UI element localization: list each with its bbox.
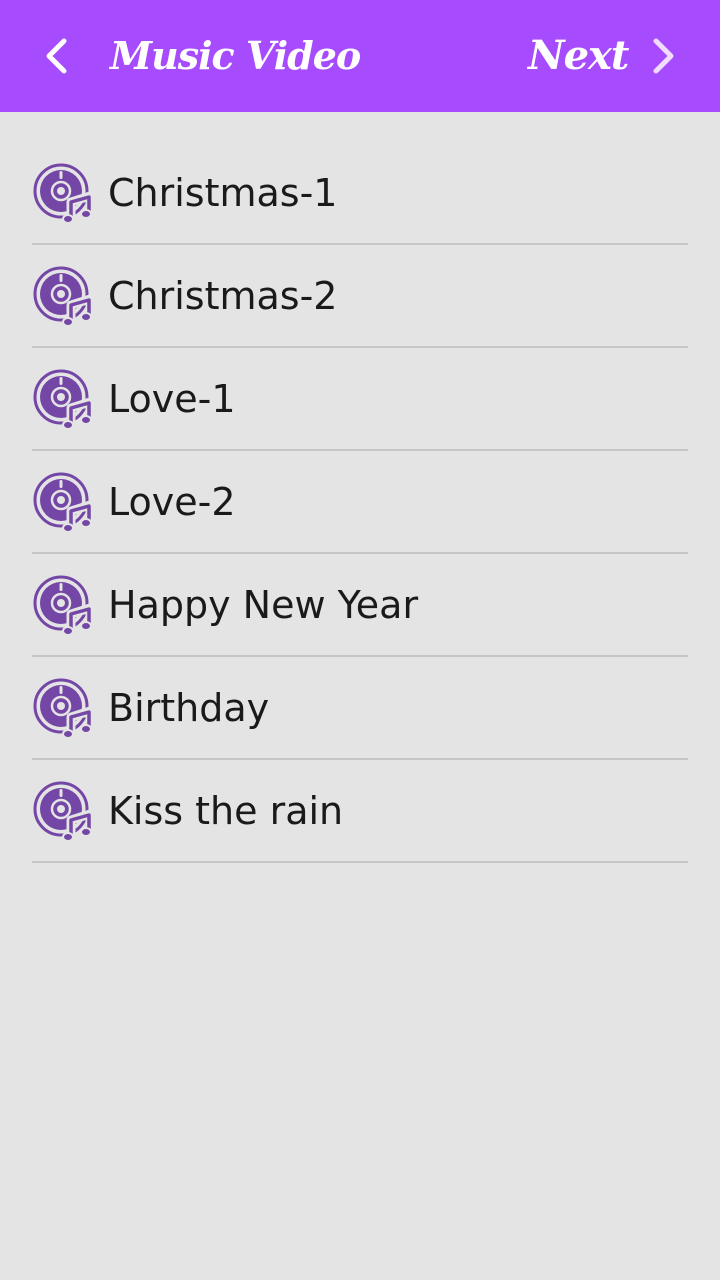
list-item[interactable]: Love-2 <box>32 451 688 554</box>
list-item[interactable]: Love-1 <box>32 348 688 451</box>
music-disc-icon <box>33 575 94 636</box>
page-title: Music Video <box>110 33 361 78</box>
list-item[interactable]: Happy New Year <box>32 554 688 657</box>
chevron-right-icon <box>653 38 674 74</box>
back-button[interactable] <box>28 26 84 86</box>
music-disc-icon <box>33 472 94 533</box>
list-item[interactable]: Christmas-2 <box>32 245 688 348</box>
music-disc-icon <box>33 781 94 842</box>
list-item-label: Christmas-1 <box>108 170 338 215</box>
list-item-label: Christmas-2 <box>108 273 338 318</box>
list-item-label: Happy New Year <box>108 582 419 627</box>
next-button[interactable]: Next <box>528 24 629 88</box>
list-item-label: Love-1 <box>108 376 236 421</box>
list-item-label: Birthday <box>108 685 270 730</box>
list-item[interactable]: Kiss the rain <box>32 760 688 863</box>
music-disc-icon <box>33 678 94 739</box>
music-disc-icon <box>33 369 94 430</box>
top-app-bar: Music Video Next <box>0 0 720 112</box>
next-chevron-button[interactable] <box>636 26 692 86</box>
music-disc-icon <box>33 163 94 224</box>
list-item[interactable]: Christmas-1 <box>32 142 688 245</box>
music-list: Christmas-1 Christmas-2 Love-1 Love-2 Ha… <box>32 142 688 863</box>
list-item-label: Love-2 <box>108 479 236 524</box>
list-item[interactable]: Birthday <box>32 657 688 760</box>
list-item-label: Kiss the rain <box>108 788 344 833</box>
chevron-left-icon <box>46 38 67 74</box>
music-disc-icon <box>33 266 94 327</box>
